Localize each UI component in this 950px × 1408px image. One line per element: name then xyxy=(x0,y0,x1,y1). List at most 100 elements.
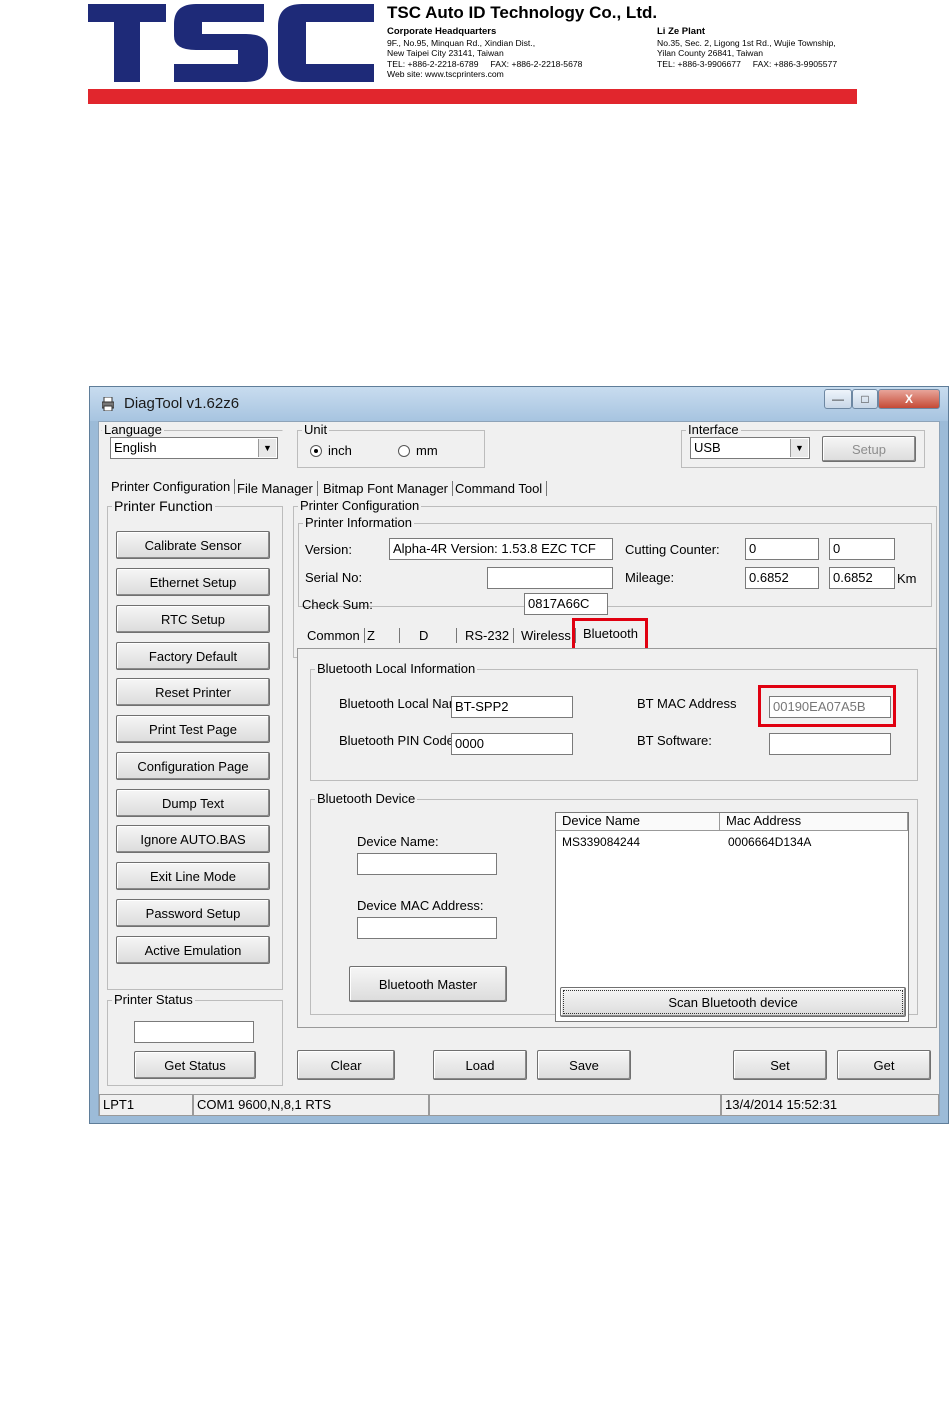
save-button[interactable]: Save xyxy=(537,1050,631,1080)
printer-icon xyxy=(102,397,114,411)
tab-z[interactable]: Z xyxy=(363,628,400,643)
load-button[interactable]: Load xyxy=(433,1050,527,1080)
bluetooth-local-name-field[interactable]: BT-SPP2 xyxy=(451,696,573,718)
ethernet-setup-button[interactable]: Ethernet Setup xyxy=(116,568,270,596)
exit-line-mode-button[interactable]: Exit Line Mode xyxy=(116,862,270,890)
calibrate-sensor-button[interactable]: Calibrate Sensor xyxy=(116,531,270,559)
minimize-button[interactable]: — xyxy=(824,389,852,409)
status-datetime: 13/4/2014 15:52:31 xyxy=(721,1094,939,1116)
setup-button[interactable]: Setup xyxy=(822,436,916,462)
bluetooth-device-label: Bluetooth Device xyxy=(315,791,418,806)
tab-printer-configuration[interactable]: Printer Configuration xyxy=(107,479,236,494)
tab-command-tool[interactable]: Command Tool xyxy=(451,481,548,496)
bt-software-label: BT Software: xyxy=(637,733,712,748)
hq-title: Corporate Headquarters xyxy=(387,26,497,37)
configuration-page-button[interactable]: Configuration Page xyxy=(116,752,270,780)
bluetooth-device-list[interactable]: Device Name Mac Address MS339084244 0006… xyxy=(555,812,909,1022)
printer-configuration-label: Printer Configuration xyxy=(298,498,422,513)
close-icon: X xyxy=(904,392,913,406)
checksum-field: 0817A66C xyxy=(524,593,608,615)
bluetooth-pin-label: Bluetooth PIN Code xyxy=(339,733,454,748)
interface-label: Interface xyxy=(686,422,741,437)
device-name-field[interactable] xyxy=(357,853,497,875)
set-button[interactable]: Set xyxy=(733,1050,827,1080)
language-select[interactable]: English ▼ xyxy=(110,437,278,459)
mileage-field-2[interactable]: 0.6852 xyxy=(829,567,895,589)
bluetooth-local-info-label: Bluetooth Local Information xyxy=(315,661,478,676)
column-header-device-name[interactable]: Device Name xyxy=(556,813,720,831)
bluetooth-pin-field[interactable]: 0000 xyxy=(451,733,573,755)
get-button[interactable]: Get xyxy=(837,1050,931,1080)
chevron-down-icon[interactable]: ▼ xyxy=(790,439,808,457)
ignore-autobas-button[interactable]: Ignore AUTO.BAS xyxy=(116,825,270,853)
header-red-bar xyxy=(88,89,857,104)
column-header-mac-address[interactable]: Mac Address xyxy=(720,813,908,831)
status-com: COM1 9600,N,8,1 RTS xyxy=(193,1094,429,1116)
dump-text-button[interactable]: Dump Text xyxy=(116,789,270,817)
tab-wireless[interactable]: Wireless xyxy=(517,628,576,643)
factory-default-button[interactable]: Factory Default xyxy=(116,642,270,670)
mileage-label: Mileage: xyxy=(625,570,675,585)
printer-function-group: Printer Function Calibrate Sensor Ethern… xyxy=(107,498,283,990)
bt-mac-label: BT MAC Address xyxy=(637,696,737,711)
cutting-counter-field-1[interactable]: 0 xyxy=(745,538,819,560)
password-setup-button[interactable]: Password Setup xyxy=(116,899,270,927)
tab-rs232[interactable]: RS-232 xyxy=(461,628,515,643)
km-label: Km xyxy=(897,571,917,586)
list-item-device-name: MS339084244 xyxy=(562,835,641,849)
interface-group: Interface USB ▼ Setup xyxy=(681,422,925,468)
unit-mm-radio[interactable] xyxy=(398,445,410,457)
active-emulation-button[interactable]: Active Emulation xyxy=(116,936,270,964)
device-mac-field[interactable] xyxy=(357,917,497,939)
bt-mac-highlight xyxy=(758,685,896,727)
cutting-counter-label: Cutting Counter: xyxy=(625,542,720,557)
list-item[interactable]: MS339084244 0006664D134A xyxy=(556,833,906,851)
bluetooth-device-group: Bluetooth Device Device Name: Device MAC… xyxy=(310,791,918,1022)
plant-title: Li Ze Plant xyxy=(657,26,706,37)
title-bar[interactable]: DiagTool v1.62z6 — □ X xyxy=(90,387,948,421)
hq-line2: New Taipei City 23141, Taiwan xyxy=(387,48,504,59)
plant-line3: TEL: +886-3-9906677 FAX: +886-3-9905577 xyxy=(657,58,838,69)
unit-mm-label: mm xyxy=(416,443,438,458)
unit-inch-radio[interactable] xyxy=(310,445,322,457)
tab-d[interactable]: D xyxy=(415,628,458,643)
company-name: TSC Auto ID Technology Co., Ltd. xyxy=(387,3,658,22)
bluetooth-local-name-label: Bluetooth Local Nan xyxy=(339,696,457,711)
printer-status-label: Printer Status xyxy=(112,992,195,1007)
status-port: LPT1 xyxy=(99,1094,193,1116)
checksum-label: Check Sum: xyxy=(302,597,373,612)
get-status-button[interactable]: Get Status xyxy=(134,1051,256,1079)
diagtool-window: DiagTool v1.62z6 — □ X Language English … xyxy=(89,386,949,1124)
unit-inch-label: inch xyxy=(328,443,352,458)
tab-common[interactable]: Common xyxy=(303,628,365,643)
list-item-mac: 0006664D134A xyxy=(728,835,812,849)
cutting-counter-field-2[interactable]: 0 xyxy=(829,538,895,560)
language-label: Language xyxy=(102,422,164,437)
rtc-setup-button[interactable]: RTC Setup xyxy=(116,605,270,633)
print-test-page-button[interactable]: Print Test Page xyxy=(116,715,270,743)
reset-printer-button[interactable]: Reset Printer xyxy=(116,678,270,706)
plant-line1: No.35, Sec. 2, Ligong 1st Rd., Wujie Tow… xyxy=(657,37,836,48)
maximize-button[interactable]: □ xyxy=(852,389,878,409)
clear-button[interactable]: Clear xyxy=(297,1050,395,1080)
hq-address: Corporate Headquarters 9F., No.95, Minqu… xyxy=(387,26,582,80)
tab-bitmap-font-manager[interactable]: Bitmap Font Manager xyxy=(319,481,454,496)
version-label: Version: xyxy=(305,542,352,557)
bluetooth-tab-panel: Bluetooth Local Information Bluetooth Lo… xyxy=(297,648,937,1028)
mileage-field-1[interactable]: 0.6852 xyxy=(745,567,819,589)
close-button[interactable]: X xyxy=(878,389,940,409)
tab-file-manager[interactable]: File Manager xyxy=(233,481,318,496)
plant-line2: Yilan County 26841, Taiwan xyxy=(657,48,764,59)
interface-select[interactable]: USB ▼ xyxy=(690,437,810,459)
scan-bluetooth-device-button[interactable]: Scan Bluetooth device xyxy=(560,987,906,1017)
device-mac-label: Device MAC Address: xyxy=(357,898,484,913)
printer-information-group: Printer Information Version: Alpha-4R Ve… xyxy=(298,515,932,607)
bluetooth-master-button[interactable]: Bluetooth Master xyxy=(349,966,507,1002)
device-name-label: Device Name: xyxy=(357,834,439,849)
minimize-icon: — xyxy=(832,392,844,406)
chevron-down-icon[interactable]: ▼ xyxy=(258,439,276,457)
bt-software-field xyxy=(769,733,891,755)
client-area: Language English ▼ Unit inch mm Interfac… xyxy=(98,421,940,1116)
printer-status-group: Printer Status Get Status xyxy=(107,992,283,1086)
serial-field[interactable] xyxy=(487,567,613,589)
